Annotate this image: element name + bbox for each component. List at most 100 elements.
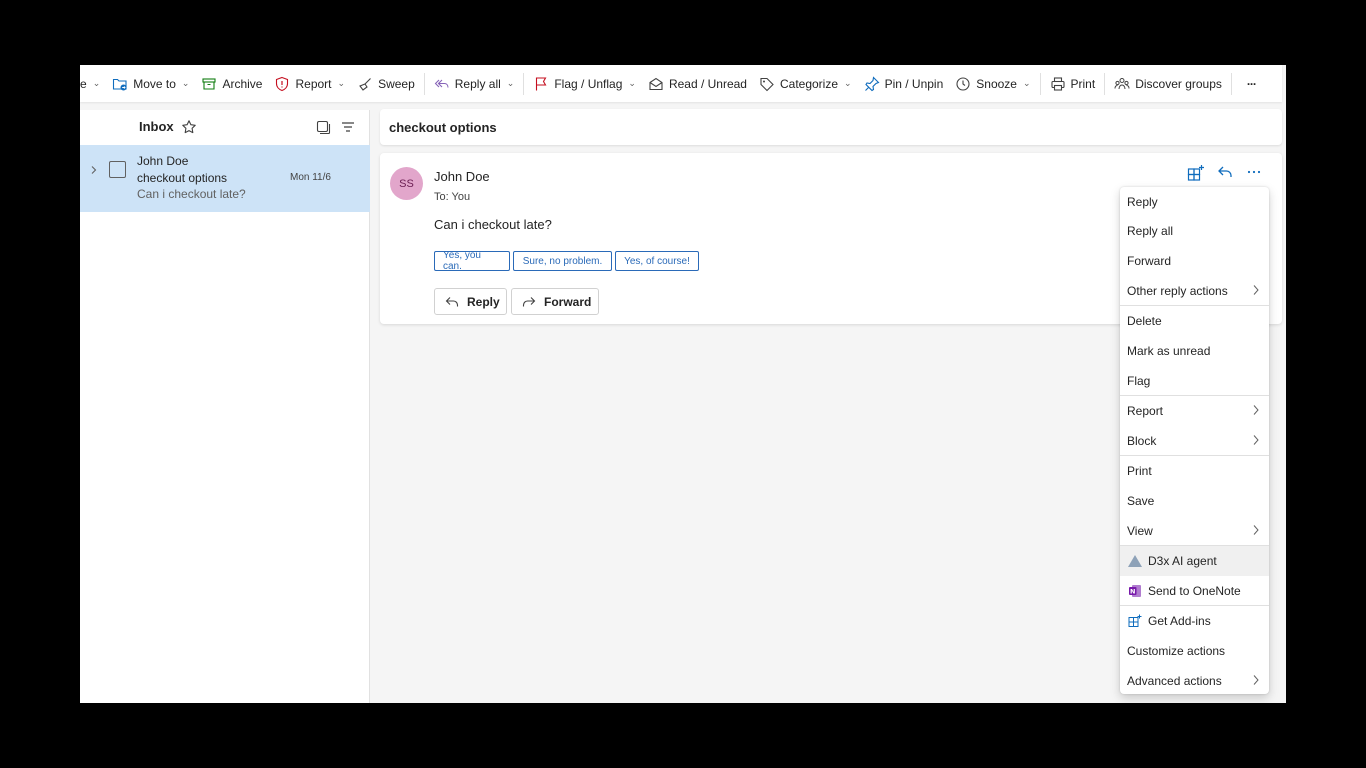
flag-unflag-button[interactable]: Flag / Unflag ⌄ xyxy=(527,70,642,98)
sweep-label: Sweep xyxy=(378,76,415,91)
move-to-button[interactable]: Move to ⌄ xyxy=(106,70,195,98)
toolbar-divider xyxy=(1104,72,1106,95)
pin-unpin-button[interactable]: Pin / Unpin xyxy=(858,70,950,98)
menu-item-get-add-ins[interactable]: Get Add-ins xyxy=(1120,606,1269,636)
menu-item-block[interactable]: Block xyxy=(1120,426,1269,456)
menu-item-flag[interactable]: Flag xyxy=(1120,366,1269,396)
message-preview: Can i checkout late? xyxy=(137,187,246,201)
add-ins-grid-icon xyxy=(1127,613,1143,629)
menu-item-label: Reply all xyxy=(1127,224,1174,238)
menu-item-label: Save xyxy=(1127,494,1155,508)
people-group-icon xyxy=(1114,76,1130,92)
reply-icon[interactable] xyxy=(1217,165,1233,184)
chevron-right-icon xyxy=(1251,404,1261,419)
menu-item-forward[interactable]: Forward xyxy=(1120,246,1269,276)
menu-item-label: Other reply actions xyxy=(1127,284,1228,298)
archive-icon xyxy=(201,76,217,92)
flag-unflag-label: Flag / Unflag xyxy=(554,76,623,91)
forward-button[interactable]: Forward xyxy=(511,288,599,315)
menu-item-label: Print xyxy=(1127,464,1152,478)
suggested-reply-chip[interactable]: Sure, no problem. xyxy=(513,251,612,271)
menu-item-label: D3x AI agent xyxy=(1148,554,1217,568)
menu-item-customize-actions[interactable]: Customize actions xyxy=(1120,636,1269,666)
svg-text:N: N xyxy=(1130,588,1135,596)
print-label: Print xyxy=(1070,76,1096,91)
discover-groups-button[interactable]: Discover groups xyxy=(1108,70,1228,98)
onenote-icon: N xyxy=(1127,583,1143,599)
shield-report-icon xyxy=(274,76,290,92)
folder-title: Inbox xyxy=(139,119,174,134)
suggested-reply-chip[interactable]: Yes, of course! xyxy=(615,251,699,271)
menu-item-d3x-ai-agent[interactable]: D3x AI agent xyxy=(1120,546,1269,576)
menu-item-mark-as-unread[interactable]: Mark as unread xyxy=(1120,336,1269,366)
menu-item-delete[interactable]: Delete xyxy=(1120,306,1269,336)
message-recipients: To: You xyxy=(434,191,471,203)
envelope-open-icon xyxy=(648,76,664,92)
menu-item-label: Advanced actions xyxy=(1127,674,1222,688)
suggested-reply-chip[interactable]: Yes, you can. xyxy=(434,250,510,272)
menu-item-send-to-onenote[interactable]: N Send to OneNote xyxy=(1120,576,1269,606)
reply-all-button[interactable]: Reply all ⌄ xyxy=(428,70,521,98)
truncated-toolbar-button[interactable]: e ⌄ xyxy=(80,70,106,98)
forward-icon xyxy=(522,296,536,308)
message-sender: John Doe xyxy=(137,154,189,168)
sweep-button[interactable]: Sweep xyxy=(351,70,421,98)
menu-item-reply-all[interactable]: Reply all xyxy=(1120,216,1269,246)
reply-icon xyxy=(445,296,459,308)
more-horizontal-icon: ··· xyxy=(1246,76,1257,91)
select-mode-icon[interactable] xyxy=(315,119,331,140)
message-checkbox[interactable] xyxy=(109,161,126,178)
print-button[interactable]: Print xyxy=(1044,70,1102,98)
menu-item-advanced-actions[interactable]: Advanced actions xyxy=(1120,666,1269,696)
report-label: Report xyxy=(295,76,332,91)
reply-all-label: Reply all xyxy=(454,76,501,91)
chevron-right-icon xyxy=(1251,674,1261,689)
reply-button-label: Reply xyxy=(467,294,500,309)
more-actions-icon[interactable] xyxy=(1246,165,1262,184)
filter-icon[interactable] xyxy=(340,119,356,140)
chevron-right-icon xyxy=(1251,524,1261,539)
more-commands-button[interactable]: ··· xyxy=(1235,70,1268,98)
add-in-apps-icon[interactable] xyxy=(1187,164,1205,187)
tag-icon xyxy=(759,76,775,92)
discover-groups-label: Discover groups xyxy=(1135,76,1222,91)
triangle-agent-icon xyxy=(1127,553,1143,569)
folder-move-icon xyxy=(112,76,128,92)
snooze-button[interactable]: Snooze ⌄ xyxy=(949,70,1036,98)
message-list-pane: Inbox John Doe checkout options Can i ch… xyxy=(80,110,370,703)
message-body: Can i checkout late? xyxy=(434,217,552,232)
chevron-down-icon: ⌄ xyxy=(506,78,515,88)
message-sender-name[interactable]: John Doe xyxy=(434,169,490,184)
chevron-right-icon xyxy=(1251,434,1261,449)
menu-item-view[interactable]: View xyxy=(1120,516,1269,546)
read-unread-label: Read / Unread xyxy=(668,76,747,91)
categorize-label: Categorize xyxy=(779,76,839,91)
message-list-item[interactable]: John Doe checkout options Can i checkout… xyxy=(80,145,370,212)
menu-item-label: Block xyxy=(1127,434,1157,448)
categorize-button[interactable]: Categorize ⌄ xyxy=(753,70,858,98)
avatar[interactable]: SS xyxy=(390,167,423,200)
menu-item-label: View xyxy=(1127,524,1153,538)
read-unread-button[interactable]: Read / Unread xyxy=(642,70,753,98)
menu-item-report[interactable]: Report xyxy=(1120,396,1269,426)
broom-icon xyxy=(357,76,373,92)
menu-item-other-reply-actions[interactable]: Other reply actions xyxy=(1120,276,1269,306)
star-icon[interactable] xyxy=(181,119,197,140)
reply-all-icon xyxy=(434,76,450,92)
report-button[interactable]: Report ⌄ xyxy=(268,70,351,98)
clock-icon xyxy=(955,76,971,92)
menu-item-reply[interactable]: Reply xyxy=(1120,187,1269,217)
archive-button[interactable]: Archive xyxy=(195,70,268,98)
reply-button[interactable]: Reply xyxy=(434,288,507,315)
chevron-right-icon[interactable] xyxy=(89,162,99,180)
outlook-window: e ⌄ Move to ⌄ Archive Report ⌄ Sweep Rep… xyxy=(80,65,1286,703)
chevron-down-icon: ⌄ xyxy=(1022,78,1031,88)
archive-label: Archive xyxy=(222,76,263,91)
more-actions-menu: Reply Reply all Forward Other reply acti… xyxy=(1120,187,1269,694)
command-toolbar: e ⌄ Move to ⌄ Archive Report ⌄ Sweep Rep… xyxy=(80,65,1282,102)
conversation-subject: checkout options xyxy=(389,120,497,135)
toolbar-divider xyxy=(1230,72,1232,95)
menu-item-save[interactable]: Save xyxy=(1120,486,1269,516)
menu-item-print[interactable]: Print xyxy=(1120,456,1269,486)
flag-icon xyxy=(533,76,549,92)
